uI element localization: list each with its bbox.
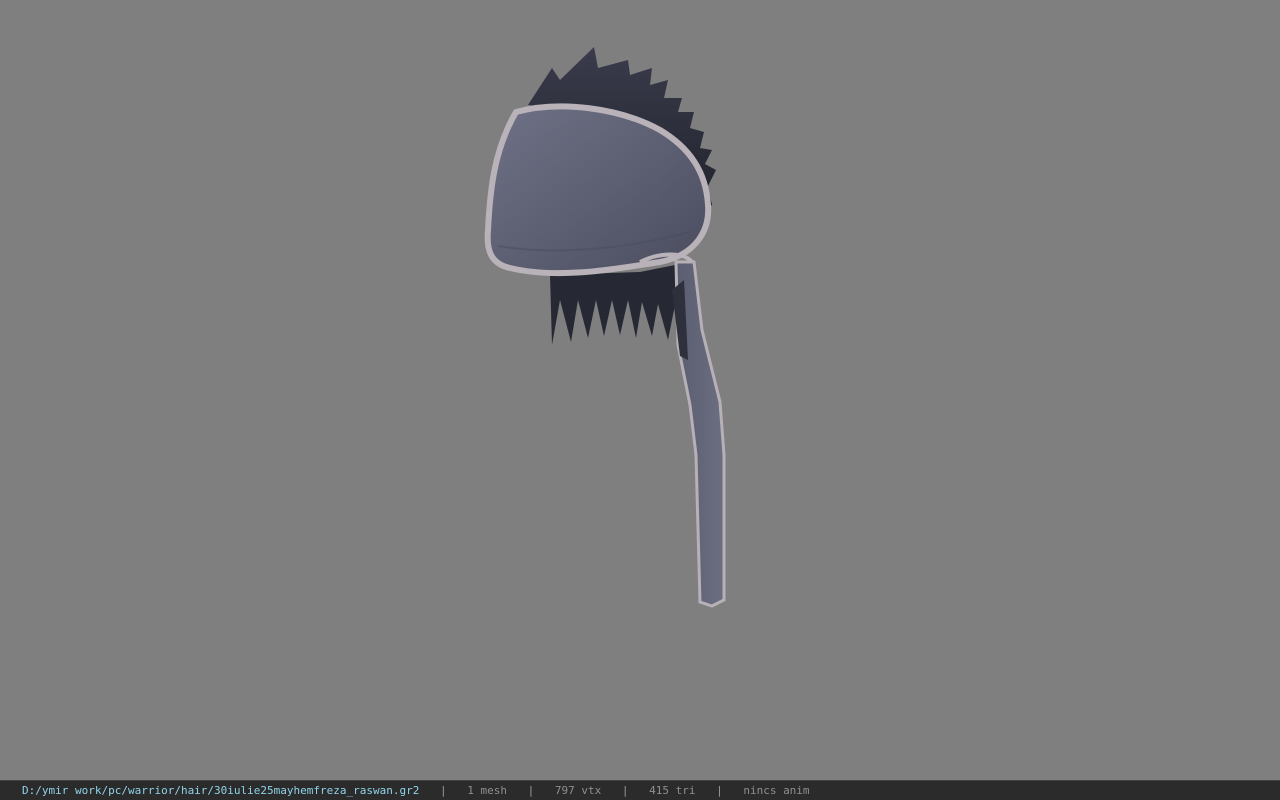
hat-tail-ribbon	[672, 260, 726, 608]
hair-fringe-bottom	[550, 262, 692, 358]
status-bar: D:/ymir work/pc/warrior/hair/30iulie25ma…	[0, 780, 1280, 800]
separator: |	[621, 784, 629, 797]
animation-status: nincs anim	[743, 784, 810, 797]
separator: |	[716, 784, 723, 797]
vertex-count: 797 vtx	[554, 784, 602, 797]
hair-model-render	[484, 47, 726, 608]
triangle-count: 415 tri	[649, 784, 696, 797]
mesh-count: 1 mesh	[467, 784, 507, 797]
file-path: D:/ymir work/pc/warrior/hair/30iulie25ma…	[22, 784, 420, 797]
model-viewport[interactable]	[0, 0, 1280, 780]
separator: |	[439, 784, 447, 797]
separator: |	[527, 784, 535, 797]
